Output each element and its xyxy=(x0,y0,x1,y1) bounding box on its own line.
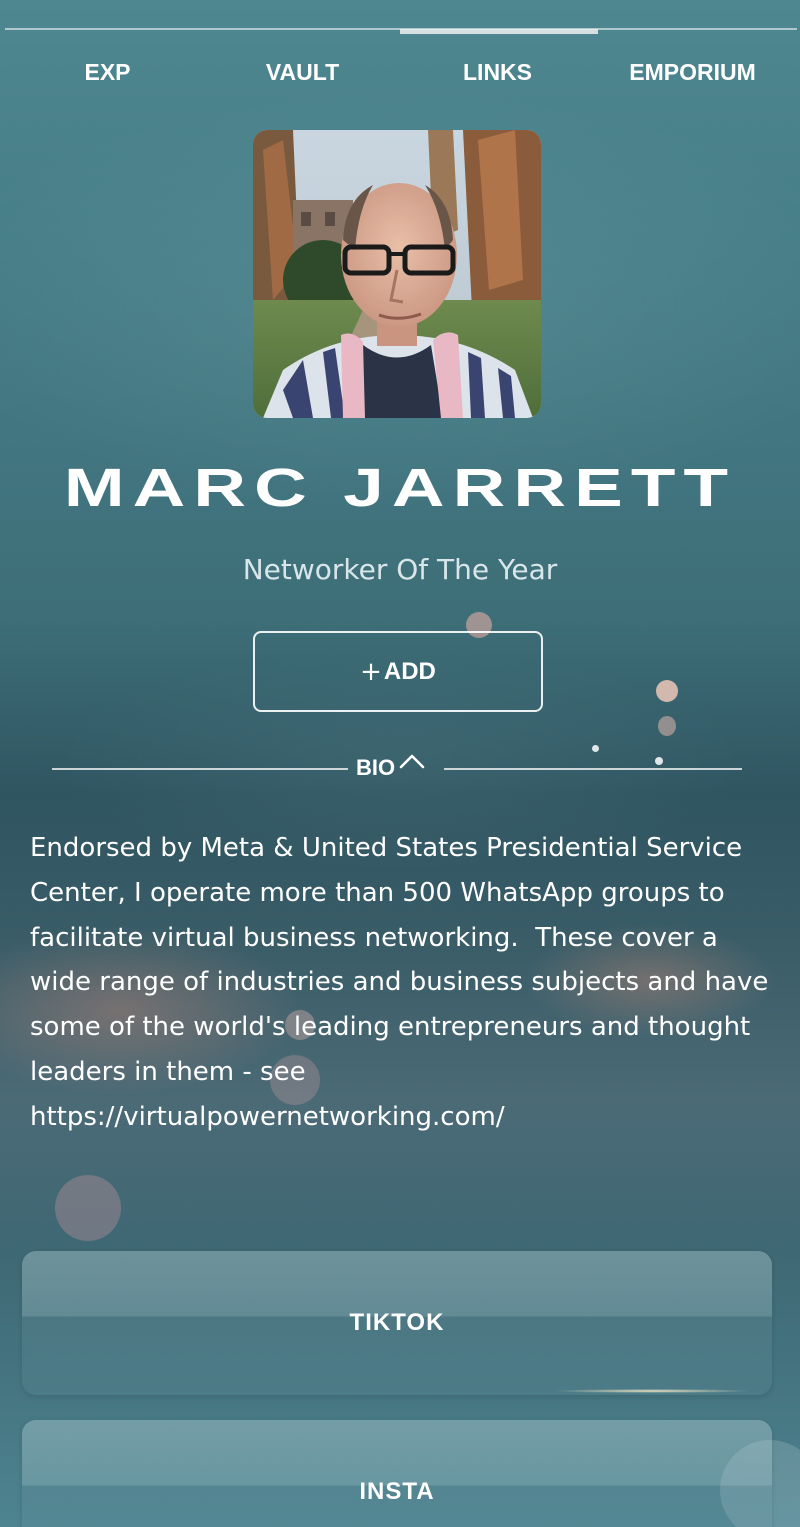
bokeh-light xyxy=(592,745,599,752)
profile-name: MARC JARRETT xyxy=(63,458,737,518)
bio-label: BIO xyxy=(356,755,396,780)
nav-tabs: EXP VAULT LINKS EMPORIUM xyxy=(10,52,790,92)
add-button-label: ADD xyxy=(383,657,436,685)
link-label: INSTA xyxy=(359,1478,435,1505)
chevron-up-icon xyxy=(399,753,425,773)
bokeh-light xyxy=(655,757,663,765)
card-glow xyxy=(552,1389,752,1393)
bokeh-light xyxy=(656,680,678,702)
link-card-tiktok[interactable]: TIKTOK xyxy=(22,1251,772,1395)
bokeh-light xyxy=(55,1175,121,1241)
tab-emporium[interactable]: EMPORIUM xyxy=(595,52,790,92)
link-card-insta[interactable]: INSTA xyxy=(22,1420,772,1527)
top-nav: EXP VAULT LINKS EMPORIUM xyxy=(0,0,800,100)
bio-text: Endorsed by Meta & United States Preside… xyxy=(30,833,777,1132)
tab-vault[interactable]: VAULT xyxy=(205,52,400,92)
link-label: TIKTOK xyxy=(349,1309,445,1336)
add-contact-button[interactable]: + ADD xyxy=(253,631,543,712)
avatar xyxy=(253,130,541,418)
profile-photo xyxy=(253,130,541,418)
bio-divider-left xyxy=(52,768,348,770)
profile-subtitle: Networker Of The Year xyxy=(242,553,558,586)
plus-icon: + xyxy=(360,656,382,687)
bio-divider-right xyxy=(444,768,742,770)
active-tab-indicator xyxy=(400,29,598,34)
tab-links[interactable]: LINKS xyxy=(400,52,595,92)
tab-exp[interactable]: EXP xyxy=(10,52,205,92)
bokeh-light xyxy=(658,716,676,736)
bio-toggle[interactable]: BIO xyxy=(356,752,425,784)
